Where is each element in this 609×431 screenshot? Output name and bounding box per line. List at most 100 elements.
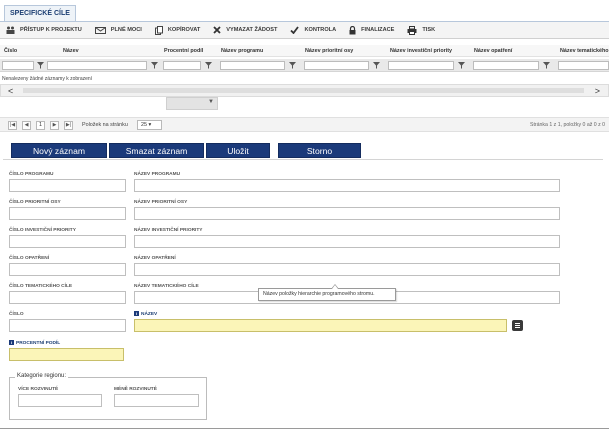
- filter-funnel-icon[interactable]: [288, 61, 297, 70]
- chevron-down-icon: ▾: [148, 122, 152, 128]
- column-header-nazev-opatreni[interactable]: Název opatření: [474, 45, 512, 57]
- power-of-attorney-label: PLNÉ MOCI: [110, 27, 142, 33]
- procentni-podil-field[interactable]: [9, 348, 124, 361]
- filter-funnel-icon[interactable]: [150, 61, 159, 70]
- filter-input-cislo[interactable]: [2, 61, 34, 70]
- vice-rozvinute-label: VÍCE ROZVINUTÉ: [18, 387, 59, 392]
- cislo-label: ČÍSLO: [9, 312, 24, 317]
- last-page-icon[interactable]: ▶|: [64, 121, 73, 130]
- copy-button[interactable]: KOPÍROVAT: [149, 22, 207, 39]
- filter-input-nazev[interactable]: [47, 61, 147, 70]
- filter-funnel-icon[interactable]: [204, 61, 213, 70]
- horizontal-scrollbar[interactable]: < >: [0, 84, 609, 97]
- filter-funnel-icon[interactable]: [542, 61, 551, 70]
- procentni-podil-label: i PROCENTNÍ PODÍL: [9, 340, 60, 346]
- filter-funnel-icon[interactable]: [36, 61, 45, 70]
- nazev-prioritni-osy-label: NÁZEV PRIORITNÍ OSY: [134, 200, 188, 205]
- filter-input-nazev-programu[interactable]: [220, 61, 285, 70]
- finalize-button[interactable]: FINALIZACE: [343, 22, 401, 39]
- print-button[interactable]: TISK: [401, 22, 442, 39]
- grid-filter-row: [0, 59, 609, 72]
- cislo-opatreni-label: ČÍSLO OPATŘENÍ: [9, 256, 50, 261]
- column-header-nazev-investicni-priority[interactable]: Název investiční priority: [390, 45, 452, 57]
- bottom-border: [0, 428, 609, 429]
- delete-x-icon: [213, 26, 221, 34]
- new-record-button[interactable]: Nový záznam: [11, 143, 107, 158]
- cislo-prioritni-osy-label: ČÍSLO PRIORITNÍ OSY: [9, 200, 61, 205]
- checkmark-icon: [290, 26, 300, 34]
- nazev-prioritni-osy-field[interactable]: [134, 207, 560, 220]
- chevron-down-icon: ▼: [208, 99, 214, 105]
- cancel-button[interactable]: Storno: [278, 143, 361, 158]
- column-header-nazev-tematickeho[interactable]: Název tematického: [560, 45, 609, 57]
- hierarchy-list-icon[interactable]: [512, 320, 523, 331]
- nazev-programu-label: NÁZEV PROGRAMU: [134, 172, 181, 177]
- column-header-nazev-prioritni-osy[interactable]: Název prioritní osy: [305, 45, 353, 57]
- envelope-icon: [94, 26, 106, 34]
- people-icon: [6, 26, 15, 34]
- next-page-icon[interactable]: ▶: [50, 121, 59, 130]
- page-title-tab[interactable]: SPECIFICKÉ CÍLE: [4, 5, 76, 21]
- copy-label: KOPÍROVAT: [167, 27, 201, 33]
- filter-funnel-icon[interactable]: [372, 61, 381, 70]
- column-header-nazev[interactable]: Název: [63, 45, 79, 57]
- power-of-attorney-button[interactable]: PLNÉ MOCI: [89, 22, 149, 39]
- scroll-left-icon[interactable]: <: [8, 86, 13, 96]
- first-page-icon[interactable]: |◀: [8, 121, 17, 130]
- page-size-label: Položek na stránku: [82, 122, 128, 128]
- required-info-icon: i: [134, 311, 139, 316]
- cislo-tematickeho-cile-field[interactable]: [9, 291, 126, 304]
- mene-rozvinute-field[interactable]: [114, 394, 199, 407]
- procentni-podil-label-text: PROCENTNÍ PODÍL: [16, 340, 61, 346]
- no-results-message: Nenalezeny žádné záznamy k zobrazení: [2, 76, 93, 82]
- copy-icon: [154, 25, 163, 35]
- scroll-right-icon[interactable]: >: [595, 86, 600, 96]
- lock-icon: [349, 25, 356, 34]
- filter-funnel-icon[interactable]: [457, 61, 466, 70]
- cislo-investicni-priority-field[interactable]: [9, 235, 126, 248]
- column-header-cislo[interactable]: Číslo: [4, 45, 17, 57]
- check-button[interactable]: KONTROLA: [284, 22, 343, 39]
- page-size-value: 25: [141, 122, 147, 128]
- cislo-field[interactable]: [9, 319, 126, 332]
- actions-divider: [3, 159, 603, 160]
- mene-rozvinute-label: MÉNĚ ROZVINUTÉ: [114, 387, 157, 392]
- check-label: KONTROLA: [304, 27, 337, 33]
- delete-application-label: VYMAZAT ŽÁDOST: [226, 27, 278, 33]
- cislo-programu-label: ČÍSLO PROGRAMU: [9, 172, 54, 177]
- cislo-opatreni-field[interactable]: [9, 263, 126, 276]
- column-header-nazev-programu[interactable]: Název programu: [221, 45, 263, 57]
- delete-record-button[interactable]: Smazat záznam: [109, 143, 204, 158]
- page-size-select[interactable]: 25 ▾: [137, 120, 162, 130]
- nazev-programu-field[interactable]: [134, 179, 560, 192]
- cislo-tematickeho-cile-label: ČÍSLO TEMATICKÉHO CÍLE: [9, 284, 73, 289]
- grid-header: Číslo Název Procentní podíl Název progra…: [0, 45, 609, 57]
- current-page-input[interactable]: 1: [36, 121, 45, 130]
- column-dropdown[interactable]: ▼: [166, 97, 218, 110]
- access-project-button[interactable]: PŘÍSTUP K PROJEKTU: [0, 22, 89, 39]
- cislo-programu-field[interactable]: [9, 179, 126, 192]
- region-category-legend: Kategorie regionu:: [15, 373, 69, 379]
- toolbar: PŘÍSTUP K PROJEKTU PLNÉ MOCI KOPÍROVAT V…: [0, 22, 609, 39]
- scroll-track[interactable]: [23, 88, 584, 93]
- delete-application-button[interactable]: VYMAZAT ŽÁDOST: [207, 22, 284, 39]
- print-label: TISK: [422, 27, 436, 33]
- filter-input-nazev-investicni-priority[interactable]: [388, 61, 454, 70]
- filter-input-nazev-tematickeho[interactable]: [558, 61, 609, 70]
- cislo-investicni-priority-label: ČÍSLO INVESTIČNÍ PRIORITY: [9, 228, 76, 233]
- filter-input-procentni-podil[interactable]: [163, 61, 201, 70]
- filter-input-nazev-opatreni[interactable]: [473, 61, 539, 70]
- nazev-field[interactable]: [134, 319, 507, 332]
- vice-rozvinute-field[interactable]: [18, 394, 102, 407]
- nazev-opatreni-label: NÁZEV OPATŘENÍ: [134, 256, 176, 261]
- save-button[interactable]: Uložit: [206, 143, 270, 158]
- finalize-label: FINALIZACE: [361, 27, 395, 33]
- cislo-prioritni-osy-field[interactable]: [9, 207, 126, 220]
- nazev-opatreni-field[interactable]: [134, 263, 560, 276]
- nazev-label-text: NÁZEV: [141, 311, 158, 317]
- column-header-procentni-podil[interactable]: Procentní podíl: [164, 45, 203, 57]
- access-project-label: PŘÍSTUP K PROJEKTU: [20, 27, 82, 33]
- nazev-investicni-priority-field[interactable]: [134, 235, 560, 248]
- filter-input-nazev-prioritni-osy[interactable]: [304, 61, 369, 70]
- prev-page-icon[interactable]: ◀: [22, 121, 31, 130]
